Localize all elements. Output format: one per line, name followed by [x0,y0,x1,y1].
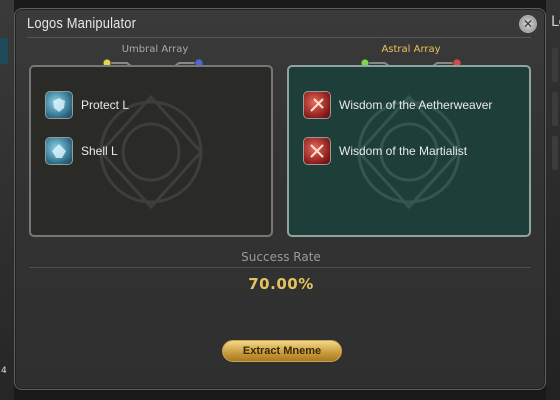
success-rate-label: Success Rate [241,250,321,264]
logos-manipulator-window: Logos Manipulator ✕ Umbral Array Astral … [14,8,546,390]
title-divider [27,37,531,38]
astral-item[interactable]: Wisdom of the Aetherweaver [303,89,492,121]
left-side-panel: 4 [0,0,14,400]
astral-item-label: Wisdom of the Aetherweaver [339,98,493,112]
umbral-array-panel: Protect L Shell L [29,65,273,237]
astral-array-label: Astral Array [381,44,441,55]
success-rate-divider [29,267,531,268]
martialist-icon [303,137,331,165]
astral-item-label: Wisdom of the Martialist [339,144,468,158]
umbral-item[interactable]: Shell L [45,135,118,167]
astral-array-panel: Wisdom of the Aetherweaver Wisdom of the… [287,65,531,237]
umbral-array-label: Umbral Array [121,44,189,55]
close-icon: ✕ [522,17,534,31]
umbral-item-label: Shell L [81,144,118,158]
left-side-tab[interactable] [0,38,8,64]
umbral-item[interactable]: Protect L [45,89,129,121]
right-side-title: Lo [551,14,560,30]
close-button[interactable]: ✕ [519,15,537,33]
right-side-tab[interactable] [552,92,558,126]
aetherweaver-icon [303,91,331,119]
shell-icon [45,137,73,165]
window-title: Logos Manipulator [27,15,137,32]
left-side-number: 4 [1,366,7,376]
protect-icon [45,91,73,119]
astral-item[interactable]: Wisdom of the Martialist [303,135,467,167]
right-side-tab[interactable] [552,48,558,82]
success-rate-value: 70.00% [248,275,314,293]
umbral-item-label: Protect L [81,98,130,112]
right-side-tab[interactable] [552,136,558,170]
extract-mneme-button[interactable]: Extract Mneme [222,340,342,362]
